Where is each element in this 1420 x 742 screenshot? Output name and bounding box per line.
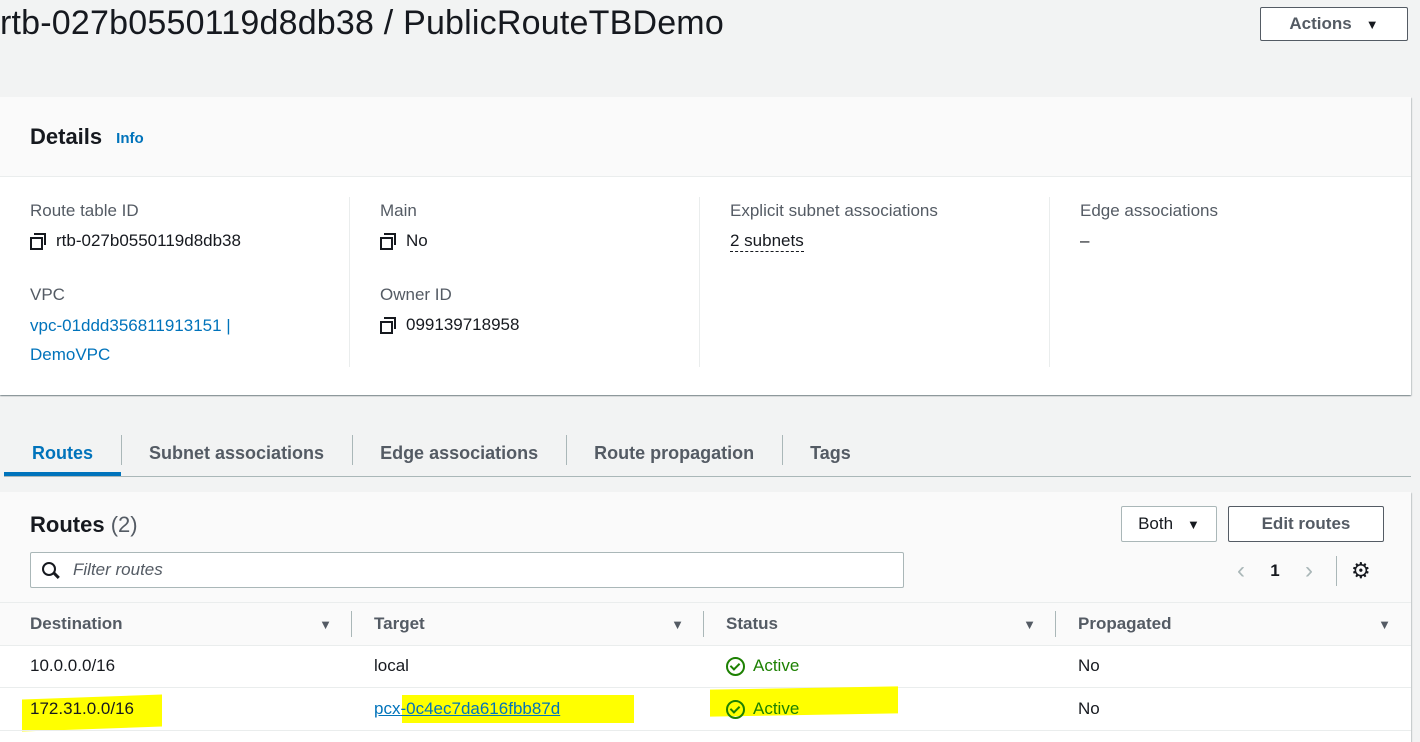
route-filter-select[interactable]: Both ▼	[1121, 506, 1217, 542]
details-column-2: Main No Owner ID 099139718958	[350, 197, 700, 367]
filter-routes-box[interactable]	[30, 552, 904, 588]
tab-routes[interactable]: Routes	[4, 430, 122, 476]
info-link[interactable]: Info	[116, 130, 144, 147]
cell-destination: 10.0.0.0/16	[30, 656, 116, 675]
details-column-3: Explicit subnet associations 2 subnets	[700, 197, 1050, 367]
chevron-left-icon[interactable]: ‹	[1228, 557, 1254, 585]
cell-propagated: No	[1078, 656, 1100, 675]
actions-label: Actions	[1289, 14, 1352, 33]
explicit-subnet-link[interactable]: 2 subnets	[730, 231, 804, 252]
actions-button[interactable]: Actions ▼	[1260, 7, 1408, 41]
search-icon	[41, 561, 59, 579]
column-header-propagated[interactable]: Propagated ▼	[1056, 603, 1411, 645]
page-number[interactable]: 1	[1254, 561, 1296, 581]
column-header-target[interactable]: Target ▼	[352, 603, 704, 645]
sort-icon[interactable]: ▼	[1023, 617, 1036, 632]
copy-icon[interactable]	[30, 233, 46, 250]
copy-icon[interactable]	[380, 233, 396, 250]
sort-icon[interactable]: ▼	[1378, 617, 1391, 632]
cell-target: local	[374, 656, 409, 675]
filter-routes-input[interactable]	[71, 559, 875, 581]
edit-routes-button[interactable]: Edit routes	[1228, 506, 1384, 542]
table-row: 172.31.0.0/16 pcx-0c4ec7da616fbb87d Acti…	[0, 688, 1411, 731]
pagination: ‹ 1 › ⚙	[1228, 556, 1371, 586]
status-text: Active	[753, 699, 800, 718]
tab-subnet-associations[interactable]: Subnet associations	[121, 430, 352, 476]
copy-icon[interactable]	[380, 317, 396, 334]
vpc-link-line1: vpc-01ddd356811913151 |	[30, 316, 231, 335]
routes-title: Routes (2)	[30, 512, 138, 537]
page-title: rtb-027b0550119d8db38 / PublicRouteTBDem…	[0, 4, 724, 42]
explicit-subnet-label: Explicit subnet associations	[730, 201, 938, 220]
cell-status: Active	[704, 688, 1056, 730]
cell-destination: 172.31.0.0/16	[30, 699, 134, 718]
caret-down-icon: ▼	[1365, 16, 1379, 32]
peering-connection-link[interactable]: pcx-0c4ec7da616fbb87d	[374, 699, 560, 719]
cell-propagated: No	[1078, 699, 1100, 718]
edge-assoc-label: Edge associations	[1080, 201, 1218, 220]
cell-status: Active	[704, 645, 1056, 687]
column-header-destination[interactable]: Destination ▼	[0, 603, 352, 645]
tab-bar: Routes Subnet associations Edge associat…	[4, 430, 1411, 477]
column-header-status[interactable]: Status ▼	[704, 603, 1056, 645]
edge-assoc-value: –	[1080, 231, 1090, 250]
route-table-id-value: rtb-027b0550119d8db38	[56, 231, 241, 250]
main-label: Main	[380, 201, 417, 220]
cell-target: pcx-0c4ec7da616fbb87d	[352, 688, 704, 730]
check-circle-icon	[726, 656, 745, 676]
details-column-1: Route table ID rtb-027b0550119d8db38 VPC…	[0, 197, 350, 367]
tab-tags[interactable]: Tags	[782, 430, 879, 476]
main-value: No	[406, 231, 428, 250]
sort-icon[interactable]: ▼	[671, 617, 684, 632]
route-table-id-label: Route table ID	[30, 201, 139, 220]
vpc-link-line2: DemoVPC	[30, 345, 111, 364]
table-header: Destination ▼ Target ▼ Status ▼ Propagat…	[0, 602, 1411, 646]
owner-id-value: 099139718958	[406, 315, 520, 334]
tab-route-propagation[interactable]: Route propagation	[566, 430, 782, 476]
tab-edge-associations[interactable]: Edge associations	[352, 430, 566, 476]
table-row: 10.0.0.0/16 local Active No	[0, 645, 1411, 688]
vpc-label: VPC	[30, 285, 65, 304]
vpc-link[interactable]: vpc-01ddd356811913151 | DemoVPC	[30, 311, 349, 369]
details-panel: Details Info Route table ID rtb-027b0550…	[0, 97, 1411, 395]
routes-panel: Routes (2) Both ▼ Edit routes ‹ 1 › ⚙ De…	[0, 492, 1411, 742]
chevron-right-icon[interactable]: ›	[1296, 557, 1322, 585]
details-header: Details Info	[0, 97, 1411, 177]
gear-icon[interactable]: ⚙	[1351, 558, 1371, 584]
details-title: Details	[30, 123, 103, 149]
details-column-4: Edge associations –	[1050, 197, 1400, 367]
caret-down-icon: ▼	[1187, 516, 1200, 532]
check-circle-icon	[726, 699, 745, 719]
owner-id-label: Owner ID	[380, 285, 452, 304]
route-filter-select-value: Both	[1138, 514, 1174, 533]
status-text: Active	[753, 656, 800, 675]
routes-count: (2)	[110, 512, 138, 537]
sort-icon[interactable]: ▼	[319, 617, 332, 632]
